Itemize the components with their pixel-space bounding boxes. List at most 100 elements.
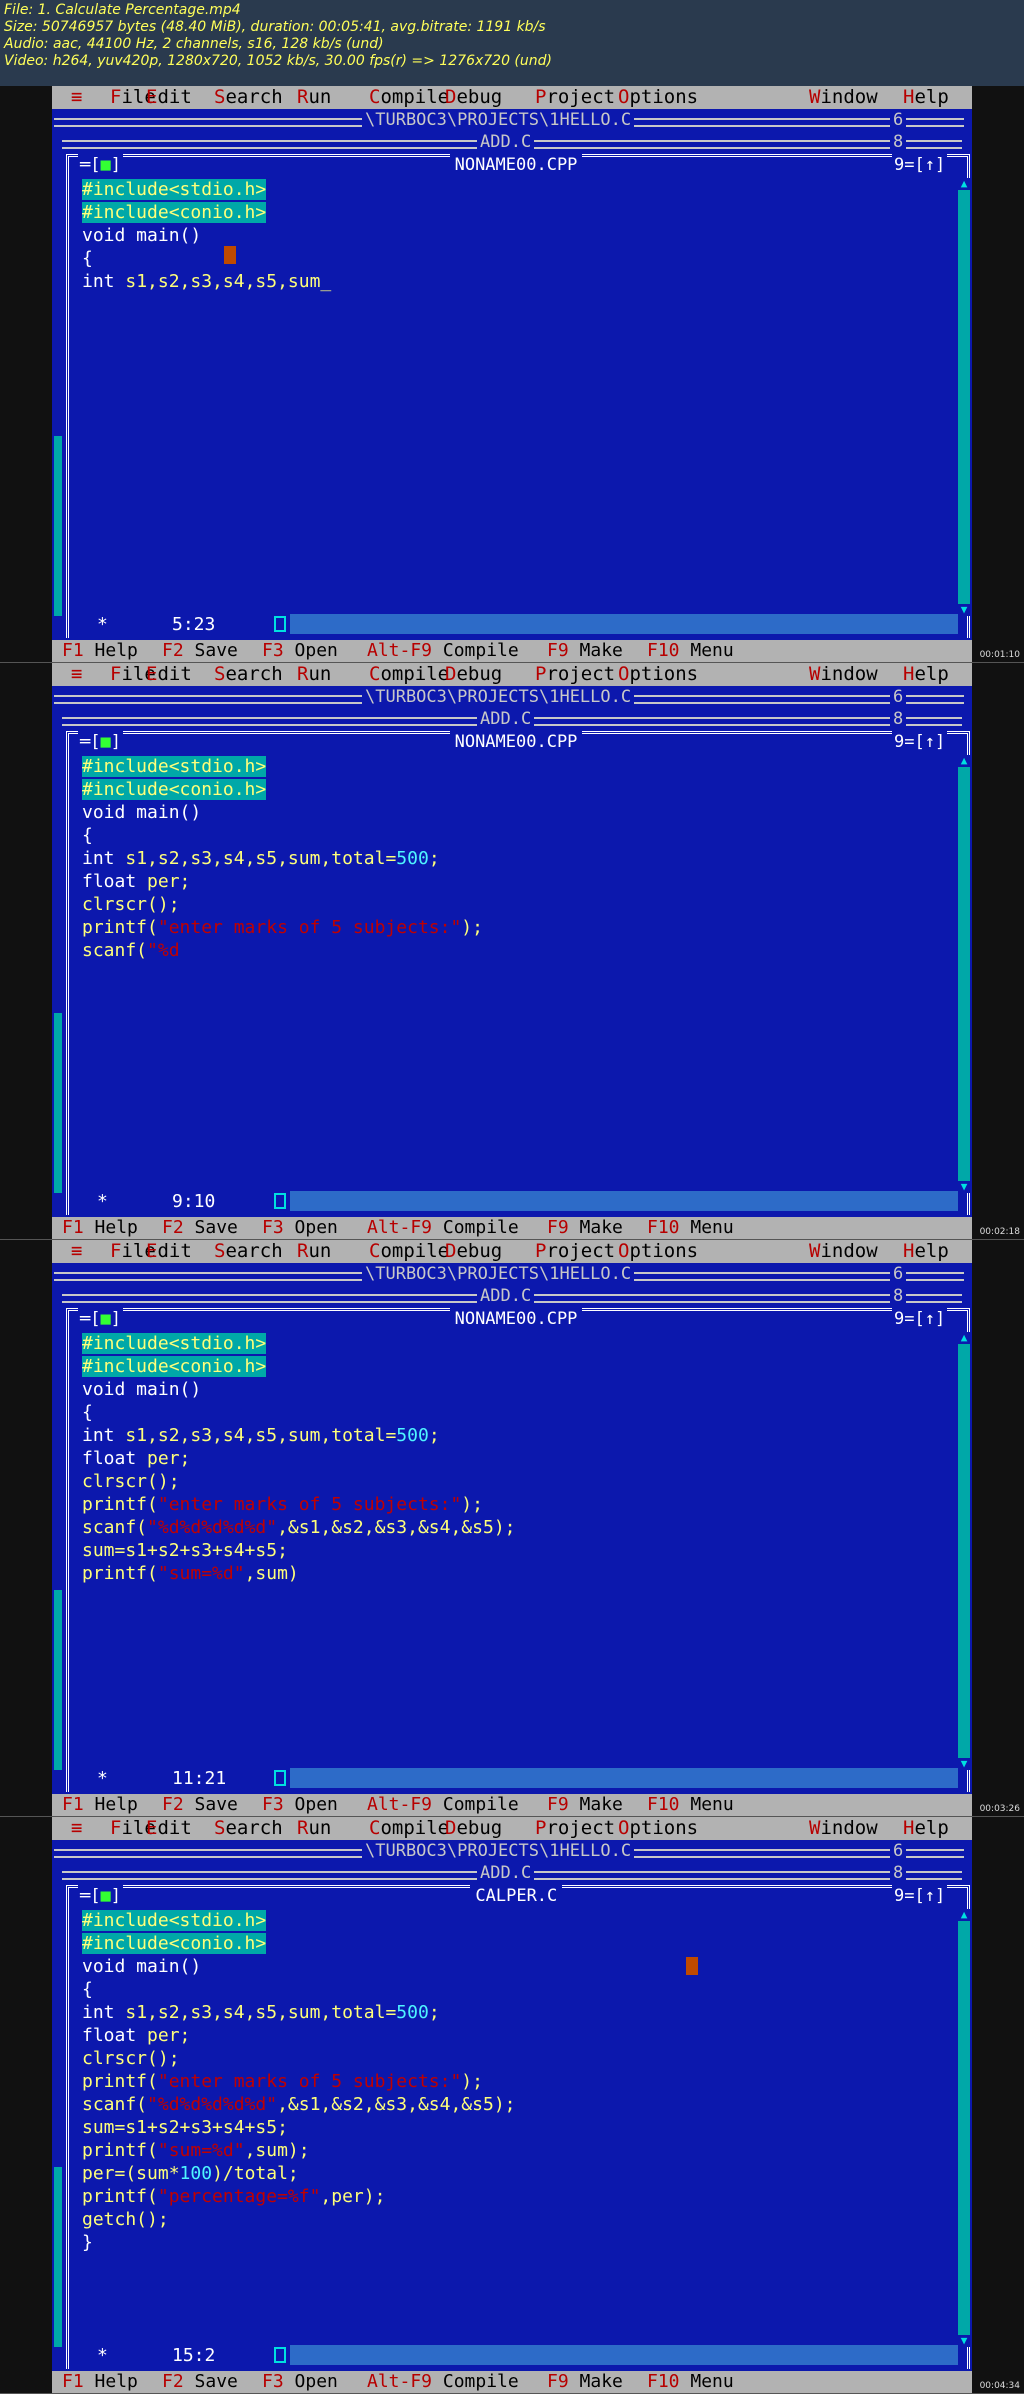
menu-help[interactable]: Help	[903, 663, 949, 686]
menu-run[interactable]: Run	[297, 663, 331, 686]
menu-search[interactable]: Search	[214, 1817, 283, 1840]
system-menu-icon[interactable]: ≡	[71, 86, 82, 109]
menu-debug[interactable]: Debug	[445, 1240, 502, 1263]
menu-window[interactable]: Window	[809, 86, 878, 109]
fkey-f10[interactable]: F10 Menu	[647, 1217, 734, 1239]
fkey-f2[interactable]: F2 Save	[162, 640, 238, 662]
horizontal-scrollbar[interactable]	[290, 1768, 958, 1788]
vertical-scrollbar[interactable]: ▲ ▼	[958, 178, 970, 616]
menu-search[interactable]: Search	[214, 1240, 283, 1263]
menu-project[interactable]: Project	[535, 1817, 615, 1840]
code-area[interactable]: #include<stdio.h> #include<conio.h> void m…	[82, 1332, 942, 1585]
fkey-f3[interactable]: F3 Open	[262, 1794, 338, 1816]
fkey-f1[interactable]: F1 Help	[62, 1794, 138, 1816]
menu-compile[interactable]: Compile	[369, 1240, 449, 1263]
close-box[interactable]: ═[■]	[78, 1885, 123, 1907]
fkey-f2[interactable]: F2 Save	[162, 2371, 238, 2393]
window-1hello-titlebar[interactable]: \TURBOC3\PROJECTS\1HELLO.C 6	[52, 1263, 972, 1285]
menu-window[interactable]: Window	[809, 663, 878, 686]
menu-debug[interactable]: Debug	[445, 86, 502, 109]
close-box[interactable]: ═[■]	[78, 731, 123, 753]
menu-edit[interactable]: Edit	[146, 1817, 192, 1840]
editor-titlebar[interactable]: ═[■] NONAME00.CPP 9=[↑]	[52, 154, 972, 176]
fkey-alt-f9[interactable]: Alt-F9 Compile	[367, 640, 519, 662]
window-1hello-titlebar[interactable]: \TURBOC3\PROJECTS\1HELLO.C 6	[52, 109, 972, 131]
zoom-box[interactable]: 9=[↑]	[892, 154, 948, 176]
menu-compile[interactable]: Compile	[369, 663, 449, 686]
fkey-f1[interactable]: F1 Help	[62, 640, 138, 662]
code-area[interactable]: #include<stdio.h> #include<conio.h> void m…	[82, 1909, 942, 2254]
menu-edit[interactable]: Edit	[146, 663, 192, 686]
window-1hello-titlebar[interactable]: \TURBOC3\PROJECTS\1HELLO.C 6	[52, 686, 972, 708]
menu-compile[interactable]: Compile	[369, 1817, 449, 1840]
close-icon[interactable]: ■	[100, 1886, 110, 1906]
close-icon[interactable]: ■	[100, 732, 110, 752]
scroll-up-icon[interactable]: ▲	[958, 178, 970, 190]
close-icon[interactable]: ■	[100, 1309, 110, 1329]
code-area[interactable]: #include<stdio.h> #include<conio.h> void m…	[82, 755, 942, 962]
close-box[interactable]: ═[■]	[78, 154, 123, 176]
fkey-alt-f9[interactable]: Alt-F9 Compile	[367, 1217, 519, 1239]
menu-project[interactable]: Project	[535, 663, 615, 686]
fkey-f10[interactable]: F10 Menu	[647, 640, 734, 662]
fkey-f2[interactable]: F2 Save	[162, 1217, 238, 1239]
fkey-f1[interactable]: F1 Help	[62, 2371, 138, 2393]
menu-run[interactable]: Run	[297, 86, 331, 109]
menu-options[interactable]: Options	[618, 1240, 698, 1263]
menu-project[interactable]: Project	[535, 86, 615, 109]
fkey-f9[interactable]: F9 Make	[547, 1217, 623, 1239]
scroll-down-icon[interactable]: ▼	[958, 1758, 970, 1770]
fkey-f10[interactable]: F10 Menu	[647, 2371, 734, 2393]
fkey-f3[interactable]: F3 Open	[262, 2371, 338, 2393]
menu-options[interactable]: Options	[618, 1817, 698, 1840]
fkey-f2[interactable]: F2 Save	[162, 1794, 238, 1816]
menu-search[interactable]: Search	[214, 663, 283, 686]
menu-run[interactable]: Run	[297, 1817, 331, 1840]
window-add-titlebar[interactable]: ADD.C 8	[52, 708, 972, 730]
window-1hello-titlebar[interactable]: \TURBOC3\PROJECTS\1HELLO.C 6	[52, 1840, 972, 1862]
menu-help[interactable]: Help	[903, 86, 949, 109]
menu-run[interactable]: Run	[297, 1240, 331, 1263]
zoom-box[interactable]: 9=[↑]	[892, 1885, 948, 1907]
fkey-f9[interactable]: F9 Make	[547, 1794, 623, 1816]
scroll-up-icon[interactable]: ▲	[958, 1332, 970, 1344]
scroll-left-icon[interactable]	[274, 1770, 286, 1786]
scroll-left-icon[interactable]	[274, 2347, 286, 2363]
system-menu-icon[interactable]: ≡	[71, 1817, 82, 1840]
scroll-up-icon[interactable]: ▲	[958, 1909, 970, 1921]
close-icon[interactable]: ■	[100, 155, 110, 175]
scroll-down-icon[interactable]: ▼	[958, 2335, 970, 2347]
system-menu-icon[interactable]: ≡	[71, 663, 82, 686]
fkey-f10[interactable]: F10 Menu	[647, 1794, 734, 1816]
editor-titlebar[interactable]: ═[■] NONAME00.CPP 9=[↑]	[52, 731, 972, 753]
fkey-alt-f9[interactable]: Alt-F9 Compile	[367, 1794, 519, 1816]
menu-project[interactable]: Project	[535, 1240, 615, 1263]
menu-window[interactable]: Window	[809, 1240, 878, 1263]
menu-options[interactable]: Options	[618, 663, 698, 686]
menu-help[interactable]: Help	[903, 1240, 949, 1263]
horizontal-scrollbar[interactable]	[290, 2345, 958, 2365]
horizontal-scrollbar[interactable]	[290, 1191, 958, 1211]
editor-titlebar[interactable]: ═[■] CALPER.C 9=[↑]	[52, 1885, 972, 1907]
menu-debug[interactable]: Debug	[445, 663, 502, 686]
code-area[interactable]: #include<stdio.h> #include<conio.h> void m…	[82, 178, 942, 293]
menu-compile[interactable]: Compile	[369, 86, 449, 109]
vertical-scrollbar[interactable]: ▲ ▼	[958, 755, 970, 1193]
window-add-titlebar[interactable]: ADD.C 8	[52, 131, 972, 153]
horizontal-scrollbar[interactable]	[290, 614, 958, 634]
close-box[interactable]: ═[■]	[78, 1308, 123, 1330]
zoom-box[interactable]: 9=[↑]	[892, 1308, 948, 1330]
scroll-down-icon[interactable]: ▼	[958, 1181, 970, 1193]
window-add-titlebar[interactable]: ADD.C 8	[52, 1862, 972, 1884]
system-menu-icon[interactable]: ≡	[71, 1240, 82, 1263]
scroll-down-icon[interactable]: ▼	[958, 604, 970, 616]
zoom-box[interactable]: 9=[↑]	[892, 731, 948, 753]
vertical-scrollbar[interactable]: ▲ ▼	[958, 1332, 970, 1770]
menu-search[interactable]: Search	[214, 86, 283, 109]
editor-titlebar[interactable]: ═[■] NONAME00.CPP 9=[↑]	[52, 1308, 972, 1330]
scroll-left-icon[interactable]	[274, 1193, 286, 1209]
menu-edit[interactable]: Edit	[146, 86, 192, 109]
fkey-f1[interactable]: F1 Help	[62, 1217, 138, 1239]
fkey-alt-f9[interactable]: Alt-F9 Compile	[367, 2371, 519, 2393]
scroll-left-icon[interactable]	[274, 616, 286, 632]
